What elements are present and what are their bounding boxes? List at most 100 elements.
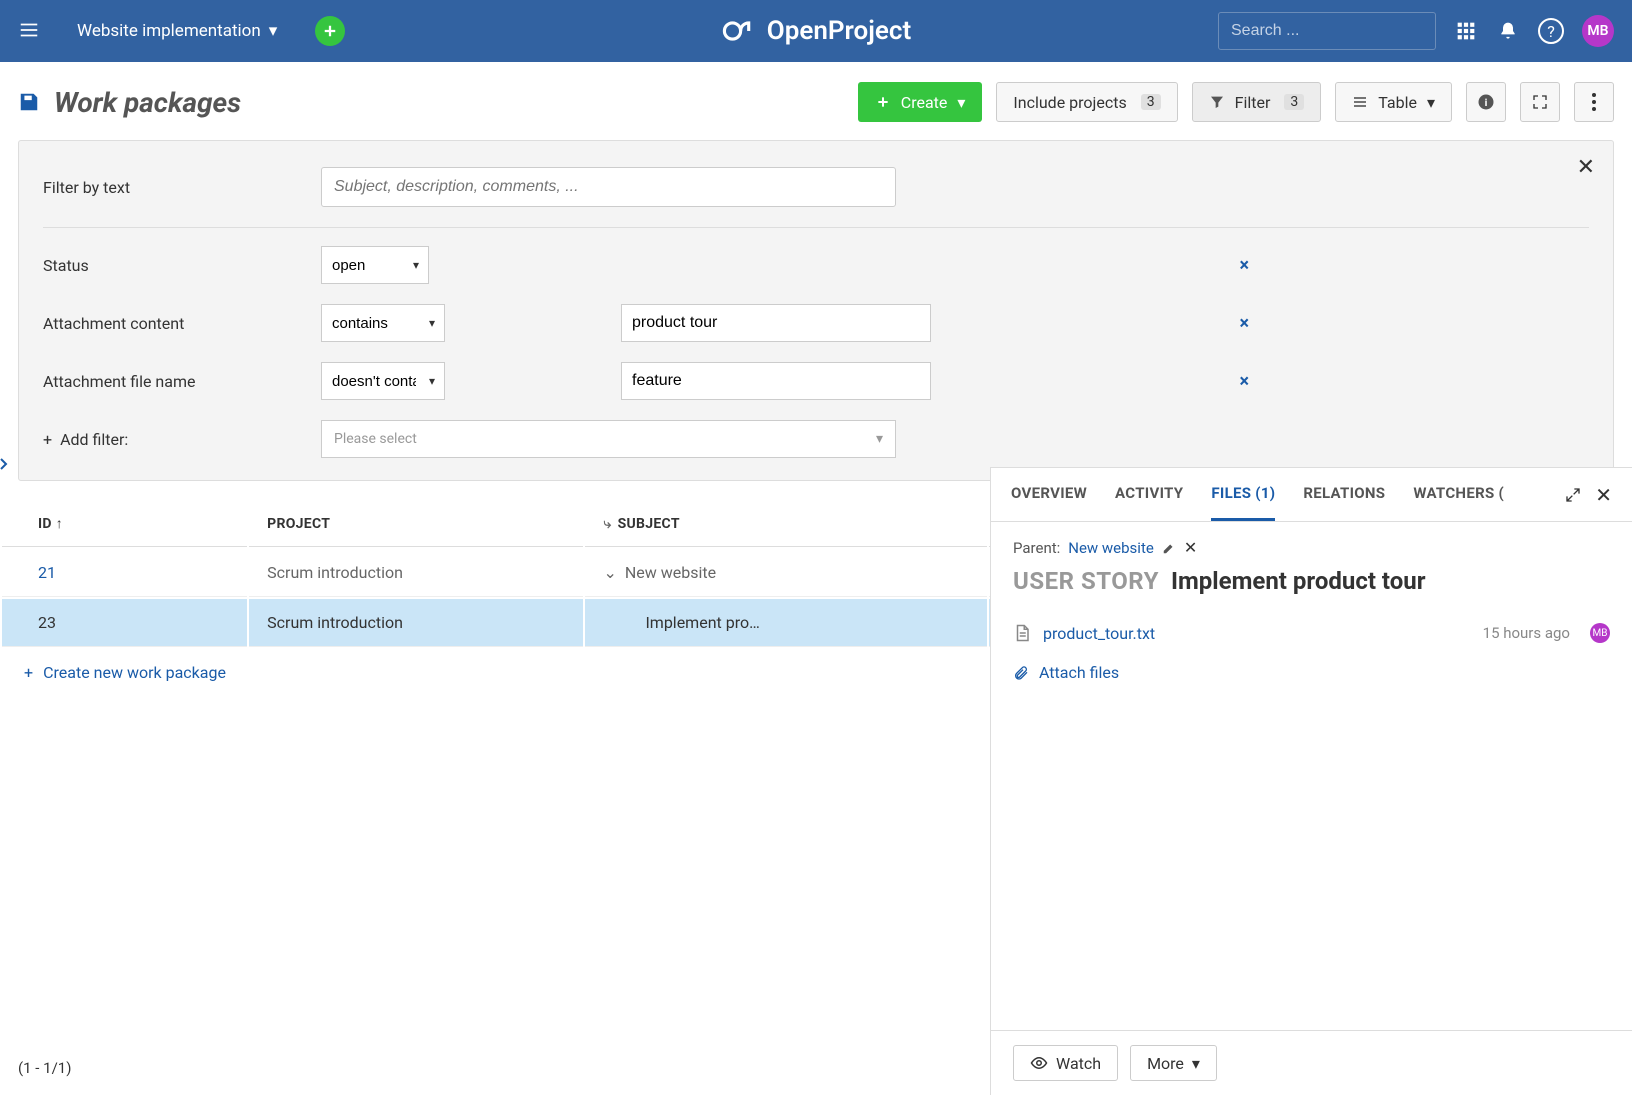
caret-down-icon: ▾ <box>1192 1054 1200 1073</box>
expand-sidebar-tab[interactable] <box>0 455 10 477</box>
sort-asc-icon: ↑ <box>56 516 63 532</box>
caret-down-icon: ▾ <box>1427 93 1435 112</box>
global-search[interactable] <box>1218 12 1436 50</box>
wp-project: Scrum introduction <box>249 599 583 647</box>
table-icon <box>1352 94 1368 110</box>
modules-icon[interactable] <box>1454 19 1478 43</box>
caret-down-icon: ▾ <box>957 93 965 112</box>
add-filter-select[interactable]: Please select ▾ <box>321 420 896 458</box>
filter-row-status: Status open × <box>43 246 1589 284</box>
include-projects-label: Include projects <box>1013 93 1126 112</box>
detail-panel: OVERVIEW ACTIVITY FILES (1) RELATIONS WA… <box>990 467 1632 1095</box>
file-row[interactable]: product_tour.txt 15 hours ago MB <box>1013 617 1610 649</box>
chevron-down-icon[interactable]: ⌄ <box>603 563 616 582</box>
eye-icon <box>1030 1054 1048 1072</box>
uploader-avatar: MB <box>1590 623 1610 643</box>
paperclip-icon <box>1013 665 1029 681</box>
svg-text:i: i <box>1485 96 1488 109</box>
info-button[interactable]: i <box>1466 82 1506 122</box>
col-project[interactable]: PROJECT <box>249 501 583 547</box>
notifications-icon[interactable] <box>1496 19 1520 43</box>
file-age: 15 hours ago <box>1483 624 1570 642</box>
view-mode-button[interactable]: Table ▾ <box>1335 82 1452 122</box>
create-button[interactable]: Create ▾ <box>858 82 983 122</box>
user-avatar[interactable]: MB <box>1582 15 1614 47</box>
wp-project: Scrum introduction <box>249 549 583 597</box>
wp-type: USER STORY <box>1013 567 1159 595</box>
info-icon: i <box>1477 93 1495 111</box>
tab-relations[interactable]: RELATIONS <box>1303 468 1385 521</box>
tab-files[interactable]: FILES (1) <box>1211 468 1275 521</box>
tab-activity[interactable]: ACTIVITY <box>1115 468 1183 521</box>
filter-label: Attachment content <box>43 314 303 333</box>
page-title-wrap: Work packages <box>18 86 241 119</box>
include-projects-count: 3 <box>1141 94 1161 110</box>
more-actions-button[interactable] <box>1574 82 1614 122</box>
help-icon[interactable]: ? <box>1538 18 1564 44</box>
filter-button[interactable]: Filter 3 <box>1192 82 1322 122</box>
remove-filter-button[interactable]: × <box>1239 313 1249 334</box>
toolbar: Work packages Create ▾ Include projects … <box>0 62 1632 140</box>
detail-footer: Watch More ▾ <box>991 1030 1632 1095</box>
wp-title: Implement product tour <box>1171 567 1426 595</box>
caret-down-icon: ▾ <box>876 431 883 447</box>
expand-icon[interactable] <box>1565 487 1581 503</box>
add-filter-row: + Add filter: Please select ▾ <box>43 420 1589 458</box>
view-label: Table <box>1378 93 1417 112</box>
wp-subject: ⌄New website <box>585 549 986 597</box>
col-id[interactable]: ID↑ <box>2 501 247 547</box>
close-filter-panel-button[interactable]: ✕ <box>1577 155 1595 180</box>
brand-logo: OpenProject <box>721 13 911 49</box>
filter-by-text-row: Filter by text <box>43 167 1589 207</box>
attach-files-link[interactable]: Attach files <box>1013 663 1610 682</box>
filter-by-text-input[interactable] <box>321 167 896 207</box>
project-selector[interactable]: Website implementation ▾ <box>77 21 277 41</box>
filter-row-attachment-content: Attachment content contains × <box>43 304 1589 342</box>
save-icon[interactable] <box>18 91 40 113</box>
filter-operator-select[interactable]: doesn't contain <box>321 362 445 400</box>
parent-label: Parent: <box>1013 539 1060 557</box>
pagination: (1 - 1/1) <box>18 1059 71 1077</box>
file-name[interactable]: product_tour.txt <box>1043 624 1155 643</box>
caret-down-icon: ▾ <box>269 21 278 41</box>
parent-link[interactable]: New website <box>1068 539 1154 557</box>
top-header: Website implementation ▾ OpenProject ? M… <box>0 0 1632 62</box>
remove-filter-button[interactable]: × <box>1239 255 1249 276</box>
filter-label: Status <box>43 256 303 275</box>
wp-id-link[interactable]: 21 <box>38 563 56 582</box>
filter-row-attachment-filename: Attachment file name doesn't contain × <box>43 362 1589 400</box>
hamburger-menu-icon[interactable] <box>18 19 42 43</box>
global-add-button[interactable] <box>315 16 345 46</box>
search-input[interactable] <box>1231 22 1438 40</box>
hierarchy-icon: ⤷ <box>603 516 611 532</box>
include-projects-button[interactable]: Include projects 3 <box>996 82 1177 122</box>
filter-operator-select[interactable]: contains <box>321 304 445 342</box>
filter-label: Filter <box>1235 93 1271 112</box>
filter-operator-select[interactable]: open <box>321 246 429 284</box>
detail-tabs: OVERVIEW ACTIVITY FILES (1) RELATIONS WA… <box>991 468 1632 522</box>
remove-filter-button[interactable]: × <box>1239 371 1249 392</box>
watch-button[interactable]: Watch <box>1013 1045 1118 1081</box>
parent-row: Parent: New website ✕ <box>1013 538 1610 557</box>
filter-value-input[interactable] <box>621 362 931 400</box>
tab-watchers[interactable]: WATCHERS ( <box>1413 468 1504 521</box>
col-subject[interactable]: ⤷SUBJECT <box>585 501 986 547</box>
plus-icon: + <box>24 663 33 682</box>
filter-value-input[interactable] <box>621 304 931 342</box>
wp-subject: Implement pro… <box>585 599 986 647</box>
close-detail-button[interactable]: ✕ <box>1595 483 1612 507</box>
filter-icon <box>1209 94 1225 110</box>
filter-count: 3 <box>1284 94 1304 110</box>
edit-icon[interactable] <box>1162 541 1176 555</box>
fullscreen-button[interactable] <box>1520 82 1560 122</box>
fullscreen-icon <box>1532 94 1548 110</box>
filter-by-text-label: Filter by text <box>43 178 303 197</box>
tab-overview[interactable]: OVERVIEW <box>1011 468 1087 521</box>
filter-panel: ✕ Filter by text Status open × Attachmen… <box>18 140 1614 481</box>
project-name: Website implementation <box>77 21 261 41</box>
plus-icon <box>875 94 891 110</box>
more-button[interactable]: More ▾ <box>1130 1045 1217 1081</box>
filter-label: Attachment file name <box>43 372 303 391</box>
page-title: Work packages <box>54 86 241 119</box>
remove-parent-button[interactable]: ✕ <box>1184 538 1197 557</box>
